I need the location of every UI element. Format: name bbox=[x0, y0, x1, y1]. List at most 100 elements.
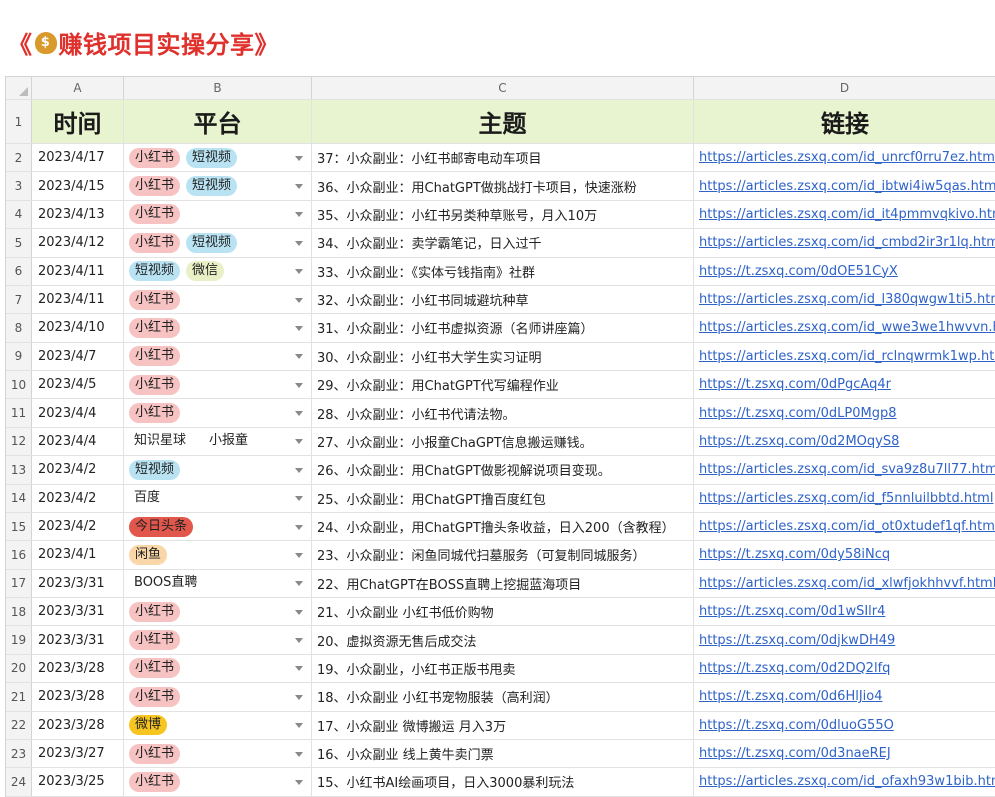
dropdown-arrow-icon[interactable] bbox=[295, 496, 303, 502]
row-number[interactable]: 23 bbox=[6, 739, 32, 768]
article-link[interactable]: https://articles.zsxq.com/id_cmbd2ir3r1l… bbox=[699, 235, 995, 250]
dropdown-arrow-icon[interactable] bbox=[295, 751, 303, 757]
topic-cell[interactable]: 36、小众副业：用ChatGPT做挑战打卡项目，快速涨粉 bbox=[312, 172, 694, 200]
platform-cell[interactable]: 小红书 短视频 bbox=[124, 144, 312, 172]
dropdown-arrow-icon[interactable] bbox=[295, 552, 303, 558]
dropdown-arrow-icon[interactable] bbox=[295, 354, 303, 360]
row-number[interactable]: 7 bbox=[6, 285, 32, 314]
select-all-corner[interactable] bbox=[6, 77, 32, 99]
dropdown-arrow-icon[interactable] bbox=[295, 325, 303, 331]
row-number[interactable]: 3 bbox=[6, 172, 32, 200]
dropdown-arrow-icon[interactable] bbox=[295, 666, 303, 672]
row-number[interactable]: 19 bbox=[6, 626, 32, 654]
article-link[interactable]: https://t.zsxq.com/0djkwDH49 bbox=[699, 633, 895, 648]
platform-cell[interactable]: 小红书 bbox=[124, 371, 312, 399]
link-cell[interactable]: https://t.zsxq.com/0dLP0Mgp8 bbox=[694, 399, 995, 426]
article-link[interactable]: https://t.zsxq.com/0d6HlJio4 bbox=[699, 689, 883, 704]
topic-cell[interactable]: 26、小众副业：用ChatGPT做影视解说项目变现。 bbox=[312, 456, 694, 484]
link-cell[interactable]: https://t.zsxq.com/0dOE51CyX bbox=[694, 258, 995, 285]
date-cell[interactable]: 2023/3/25 bbox=[32, 768, 124, 796]
row-number[interactable]: 17 bbox=[6, 569, 32, 597]
platform-cell[interactable]: 小红书 短视频 bbox=[124, 172, 312, 200]
link-cell[interactable]: https://articles.zsxq.com/id_unrcf0rru7e… bbox=[694, 144, 995, 171]
platform-cell[interactable]: 小红书 短视频 bbox=[124, 229, 312, 257]
platform-cell[interactable]: 短视频 bbox=[124, 456, 312, 484]
link-cell[interactable]: https://t.zsxq.com/0dy58iNcq bbox=[694, 541, 995, 568]
link-cell[interactable]: https://t.zsxq.com/0d1wSIlr4 bbox=[694, 598, 995, 625]
row-number[interactable]: 11 bbox=[6, 399, 32, 427]
topic-cell[interactable]: 34、小众副业：卖学霸笔记，日入过千 bbox=[312, 229, 694, 257]
row-number[interactable]: 21 bbox=[6, 683, 32, 711]
article-link[interactable]: https://articles.zsxq.com/id_unrcf0rru7e… bbox=[699, 150, 995, 165]
article-link[interactable]: https://articles.zsxq.com/id_ot0xtudef1q… bbox=[699, 519, 995, 534]
row-number[interactable]: 20 bbox=[6, 654, 32, 683]
link-cell[interactable]: https://articles.zsxq.com/id_f5nnluilbbt… bbox=[694, 485, 995, 512]
row-number[interactable]: 1 bbox=[6, 100, 32, 143]
header-time[interactable]: 时间 bbox=[32, 100, 124, 143]
topic-cell[interactable]: 17、小众副业 微博搬运 月入3万 bbox=[312, 711, 694, 739]
date-cell[interactable]: 2023/4/10 bbox=[32, 314, 124, 342]
header-platform[interactable]: 平台 bbox=[124, 100, 312, 143]
topic-cell[interactable]: 28、小众副业：小红书代请法物。 bbox=[312, 399, 694, 427]
platform-cell[interactable]: 小红书 bbox=[124, 285, 312, 314]
platform-cell[interactable]: 小红书 bbox=[124, 626, 312, 654]
row-number[interactable]: 24 bbox=[6, 768, 32, 796]
platform-cell[interactable]: 小红书 bbox=[124, 768, 312, 796]
article-link[interactable]: https://t.zsxq.com/0d2MOqyS8 bbox=[699, 434, 899, 449]
link-cell[interactable]: https://articles.zsxq.com/id_l380qwgw1ti… bbox=[694, 286, 995, 313]
article-link[interactable]: https://t.zsxq.com/0d3naeREJ bbox=[699, 746, 891, 761]
topic-cell[interactable]: 25、小众副业：用ChatGPT撸百度红包 bbox=[312, 484, 694, 512]
dropdown-arrow-icon[interactable] bbox=[295, 723, 303, 729]
dropdown-arrow-icon[interactable] bbox=[295, 439, 303, 445]
topic-cell[interactable]: 23、小众副业：闲鱼同城代扫墓服务（可复制同城服务） bbox=[312, 541, 694, 569]
link-cell[interactable]: https://articles.zsxq.com/id_wwe3we1hwvv… bbox=[694, 314, 995, 341]
article-link[interactable]: https://t.zsxq.com/0d1wSIlr4 bbox=[699, 604, 885, 619]
dropdown-arrow-icon[interactable] bbox=[295, 779, 303, 785]
platform-cell[interactable]: 小红书 bbox=[124, 598, 312, 626]
platform-cell[interactable]: 小红书 bbox=[124, 314, 312, 342]
platform-cell[interactable]: 小红书 bbox=[124, 683, 312, 711]
topic-cell[interactable]: 35、小众副业：小红书另类种草账号，月入10万 bbox=[312, 200, 694, 229]
article-link[interactable]: https://articles.zsxq.com/id_rclnqwrmk1w… bbox=[699, 349, 995, 364]
topic-cell[interactable]: 33、小众副业：《实体亏钱指南》社群 bbox=[312, 257, 694, 285]
link-cell[interactable]: https://t.zsxq.com/0dluoG55O bbox=[694, 712, 995, 739]
article-link[interactable]: https://articles.zsxq.com/id_ofaxh93w1bi… bbox=[699, 774, 995, 789]
row-number[interactable]: 22 bbox=[6, 711, 32, 739]
article-link[interactable]: https://articles.zsxq.com/id_wwe3we1hwvv… bbox=[699, 320, 995, 335]
link-cell[interactable]: https://articles.zsxq.com/id_sva9z8u7ll7… bbox=[694, 456, 995, 483]
dropdown-arrow-icon[interactable] bbox=[295, 297, 303, 303]
platform-cell[interactable]: 今日头条 bbox=[124, 512, 312, 541]
date-cell[interactable]: 2023/3/28 bbox=[32, 711, 124, 739]
date-cell[interactable]: 2023/4/12 bbox=[32, 229, 124, 257]
dropdown-arrow-icon[interactable] bbox=[295, 609, 303, 615]
platform-cell[interactable]: 小红书 bbox=[124, 200, 312, 229]
topic-cell[interactable]: 32、小众副业：小红书同城避坑种草 bbox=[312, 285, 694, 314]
article-link[interactable]: https://t.zsxq.com/0d2DQ2lfq bbox=[699, 661, 890, 676]
link-cell[interactable]: https://t.zsxq.com/0dPgcAq4r bbox=[694, 371, 995, 398]
topic-cell[interactable]: 31、小众副业：小红书虚拟资源（名师讲座篇） bbox=[312, 314, 694, 342]
date-cell[interactable]: 2023/3/31 bbox=[32, 626, 124, 654]
date-cell[interactable]: 2023/4/2 bbox=[32, 456, 124, 484]
date-cell[interactable]: 2023/4/5 bbox=[32, 371, 124, 399]
row-number[interactable]: 12 bbox=[6, 427, 32, 456]
link-cell[interactable]: https://t.zsxq.com/0d6HlJio4 bbox=[694, 683, 995, 710]
link-cell[interactable]: https://articles.zsxq.com/id_it4pmmvqkiv… bbox=[694, 201, 995, 228]
header-topic[interactable]: 主题 bbox=[312, 100, 694, 143]
date-cell[interactable]: 2023/4/4 bbox=[32, 399, 124, 427]
dropdown-arrow-icon[interactable] bbox=[295, 155, 303, 161]
link-cell[interactable]: https://articles.zsxq.com/id_cmbd2ir3r1l… bbox=[694, 229, 995, 256]
link-cell[interactable]: https://t.zsxq.com/0d2DQ2lfq bbox=[694, 655, 995, 682]
column-header-d[interactable]: D bbox=[694, 77, 995, 99]
date-cell[interactable]: 2023/4/2 bbox=[32, 484, 124, 512]
topic-cell[interactable]: 37：小众副业：小红书邮寄电动车项目 bbox=[312, 144, 694, 172]
date-cell[interactable]: 2023/4/4 bbox=[32, 427, 124, 456]
date-cell[interactable]: 2023/3/27 bbox=[32, 739, 124, 768]
link-cell[interactable]: https://articles.zsxq.com/id_xlwfjokhhvv… bbox=[694, 570, 995, 597]
dropdown-arrow-icon[interactable] bbox=[295, 524, 303, 530]
date-cell[interactable]: 2023/4/11 bbox=[32, 257, 124, 285]
topic-cell[interactable]: 29、小众副业：用ChatGPT代写编程作业 bbox=[312, 371, 694, 399]
date-cell[interactable]: 2023/3/31 bbox=[32, 569, 124, 597]
column-header-a[interactable]: A bbox=[32, 77, 124, 99]
dropdown-arrow-icon[interactable] bbox=[295, 240, 303, 246]
article-link[interactable]: https://articles.zsxq.com/id_f5nnluilbbt… bbox=[699, 491, 993, 506]
